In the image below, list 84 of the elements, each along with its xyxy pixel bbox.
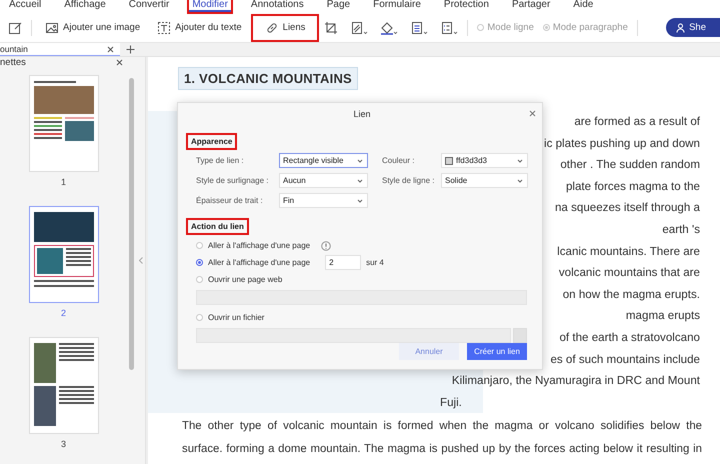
page-thumbnail[interactable] (28, 206, 98, 303)
menu-item[interactable]: Protection (440, 0, 492, 10)
text-line: The other type of volcanic mountain is formed when the magma or volcano solidifies below the (182, 419, 702, 434)
checklist-dropdown-icon[interactable] (440, 20, 458, 34)
paint-bucket-dropdown-icon[interactable] (380, 20, 398, 34)
text-line: Kilimanjaro, the Nyamuragira in DRC and Mount (452, 373, 700, 390)
text-line: ic plates pushing up and down (544, 136, 700, 152)
panel-title: nettes (0, 57, 26, 68)
dropdown[interactable]: ffd3d3d3 (441, 153, 528, 168)
field-label: Épaisseur de trait : (196, 196, 264, 205)
radio-label[interactable]: Ouvrir un fichier (208, 313, 264, 322)
page-number: 1 (60, 177, 66, 187)
text-line: earth 's (662, 222, 700, 238)
radio-button[interactable] (196, 242, 203, 249)
field-label: Style de surlignage : (196, 176, 270, 185)
text-line: on how the magma erupts. (562, 286, 700, 303)
text-box-icon (157, 20, 172, 34)
radio-label[interactable]: Aller à l'affichage d'une page (208, 258, 310, 267)
share-button[interactable]: She (666, 18, 720, 37)
scrollbar-thumb[interactable] (128, 78, 134, 370)
field-label: Couleur : (382, 156, 416, 165)
menu-item[interactable]: Partager (508, 0, 554, 10)
dropdown[interactable]: Aucun (279, 173, 368, 188)
color-swatch-icon (445, 156, 453, 164)
field-label: Style de ligne : (382, 176, 436, 185)
close-icon[interactable] (529, 110, 536, 117)
document-dropdown-icon[interactable] (410, 20, 428, 34)
radio-label[interactable]: Aller à l'affichage d'une page (208, 241, 310, 250)
edit-icon[interactable] (8, 20, 22, 34)
text-line: Fuji. (440, 394, 462, 411)
create-link-button[interactable]: Créer un lien (467, 343, 527, 360)
text-line: magma erupts (626, 308, 700, 324)
close-icon[interactable] (116, 59, 123, 66)
person-icon (676, 22, 686, 32)
file-path-field[interactable] (196, 328, 511, 343)
caret-icon (517, 158, 523, 162)
radio-button[interactable] (196, 259, 203, 266)
caret-icon (517, 178, 523, 182)
text-line: surface. forming a dome mountain. The magma is pushed up by the forces acting below it resulting in (182, 442, 702, 458)
menu-item[interactable]: Modifier (189, 0, 231, 12)
add-text-button[interactable]: Ajouter du texte (153, 18, 246, 38)
text-line: volcanic mountains that are (558, 265, 700, 282)
page-total: sur 4 (366, 258, 384, 267)
link-icon (264, 20, 279, 34)
section-heading: Apparence (188, 135, 236, 148)
text-line: es of such mountains include (550, 352, 700, 368)
page-number-field[interactable]: 2 (325, 255, 362, 270)
links-button[interactable]: Liens (254, 18, 316, 38)
text-line: of the earth a stratovolcano (559, 330, 700, 346)
section-heading: 1. VOLCANIC MOUNTAINS (178, 67, 358, 90)
menu-item[interactable]: Accueil (6, 0, 44, 10)
plus-icon[interactable] (126, 45, 135, 54)
dropdown[interactable]: Solide (441, 173, 528, 188)
page-number: 2 (60, 308, 66, 318)
dropdown[interactable]: Rectangle visible (279, 153, 368, 168)
radio-label[interactable]: Ouvrir une page web (208, 275, 282, 284)
menu-item[interactable]: Formulaire (370, 0, 424, 10)
image-icon (45, 20, 59, 34)
dropdown[interactable]: Fin (279, 193, 368, 208)
caret-icon (357, 158, 363, 162)
radio-button[interactable] (196, 276, 203, 283)
menu-item[interactable]: Annotations (248, 0, 307, 10)
crop-icon[interactable] (324, 20, 338, 34)
close-icon[interactable] (107, 46, 114, 52)
text-line: are formed as a result of (574, 114, 700, 130)
menu-item[interactable]: Aide (570, 0, 596, 10)
menu-item[interactable]: Convertir (126, 0, 172, 10)
dialog-title: Lien (353, 108, 370, 118)
text-line: lcanic mountains. There are (557, 244, 700, 260)
caret-icon (357, 178, 363, 182)
document-tab[interactable]: ountain (0, 43, 120, 56)
caret-icon (357, 198, 363, 202)
text-line: na squeezes itself through a (554, 200, 700, 216)
section-heading: Action du lien (188, 220, 247, 233)
radio-button[interactable] (196, 314, 203, 321)
add-image-button[interactable]: Ajouter une image (41, 18, 144, 38)
menu-item[interactable]: Page (324, 0, 354, 10)
hatched-page-dropdown-icon[interactable] (350, 20, 368, 34)
info-icon (321, 240, 332, 250)
text-line: plate forces magma to the (566, 178, 700, 195)
text-line: other . The sudden random (560, 157, 700, 174)
menu-item[interactable]: Affichage (61, 0, 109, 10)
page-number: 3 (60, 439, 66, 449)
field-label: Type de lien : (196, 156, 245, 165)
